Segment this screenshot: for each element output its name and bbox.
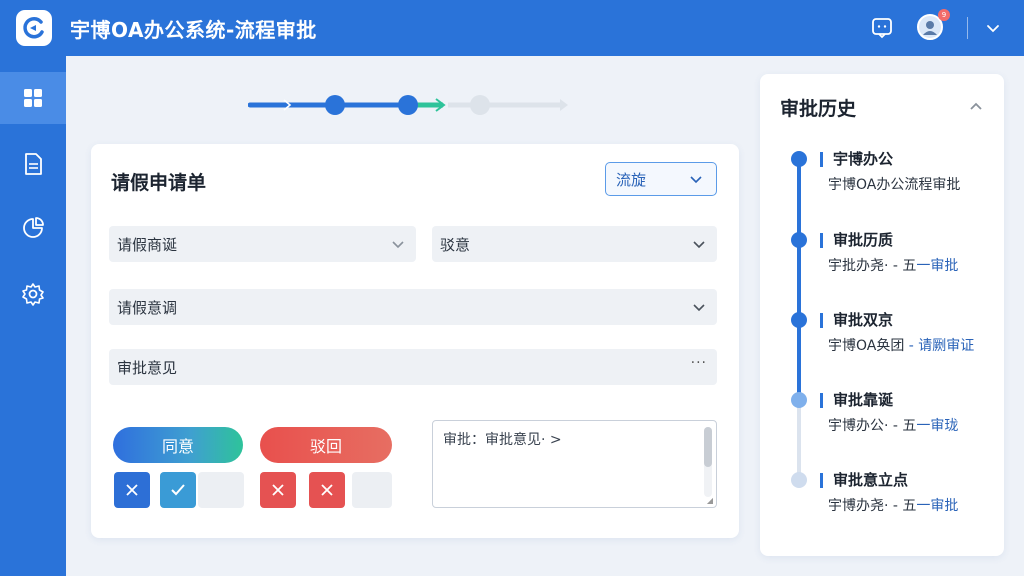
history-item-sub: 宇博OA奂团 - 请劂审证 (828, 338, 975, 354)
sidebar-item-reports[interactable] (0, 202, 66, 254)
app-header: 宇博OA办公系统-流程审批 9 (0, 0, 1024, 56)
close-icon (321, 484, 333, 496)
history-item-title: 宇博办公 (820, 152, 893, 167)
textarea-content: 审批：审批意见· > (443, 432, 562, 448)
empty-toggle-2[interactable] (352, 472, 392, 508)
notification-badge: 9 (938, 9, 950, 21)
history-item-title: 审批双京 (820, 313, 893, 328)
history-item-title: 审批靠诞 (820, 393, 893, 408)
empty-toggle[interactable] (198, 472, 244, 508)
timeline-dot (791, 232, 807, 248)
status-select-value: 流旋 (616, 170, 647, 189)
header-divider (967, 17, 968, 39)
check-icon (171, 484, 185, 496)
status-select[interactable]: 流旋 (605, 162, 717, 196)
chevron-down-icon (693, 304, 705, 312)
history-item-sub: 宇博办尧· - 五一审批 (828, 498, 959, 514)
step-1 (325, 95, 345, 115)
reason-select[interactable]: 驳意 (432, 226, 717, 262)
leave-type-value: 请假商诞 (117, 235, 178, 254)
timeline-line-pending (797, 406, 801, 480)
reject-button[interactable]: 驳回 (260, 427, 392, 463)
timeline-line-active (797, 158, 801, 406)
approval-history-panel: 审批历史 宇博办公 宇博OA办公流程审批 审批历质 宇批办尧· - 五一审批 审… (760, 74, 1004, 556)
history-item-title: 审批历质 (820, 233, 893, 248)
app-logo-icon[interactable] (16, 10, 52, 46)
dashboard-icon (24, 89, 42, 107)
step-2 (398, 95, 418, 115)
timeline-dot (791, 472, 807, 488)
sidebar (0, 56, 66, 576)
reject-close-button[interactable] (260, 472, 296, 508)
history-item-title: 审批意立点 (820, 473, 908, 488)
chevron-down-icon (693, 241, 705, 249)
chevron-down-icon (392, 241, 404, 249)
agree-button[interactable]: 同意 (113, 427, 243, 463)
approval-comment-textarea[interactable]: 审批：审批意见· > ◢ (432, 420, 717, 508)
scrollbar-thumb[interactable] (704, 427, 712, 467)
chevron-up-icon[interactable] (968, 98, 984, 114)
reason-select-value: 驳意 (440, 235, 471, 254)
app-title: 宇博OA办公系统-流程审批 (70, 17, 317, 42)
leave-request-form: 请假申请单 流旋 请假商诞 驳意 请假意调 审批意见 ··· 同意 驳回 审批：… (91, 144, 739, 538)
leave-detail-value: 请假意调 (117, 298, 178, 317)
check-button[interactable] (160, 472, 196, 508)
timeline-dot (791, 151, 807, 167)
timeline-dot (791, 312, 807, 328)
approval-opinion-field[interactable]: 审批意见 ··· (109, 349, 717, 385)
sidebar-item-settings[interactable] (0, 268, 66, 320)
chat-icon[interactable] (869, 15, 895, 41)
close-button[interactable] (114, 472, 150, 508)
chevron-down-icon (690, 176, 702, 184)
reject-close-button-2[interactable] (309, 472, 345, 508)
history-item-sub: 宇批办尧· - 五一审批 (828, 258, 959, 274)
sidebar-item-dashboard[interactable] (0, 72, 66, 124)
document-icon (25, 153, 42, 175)
process-stepper (247, 90, 578, 120)
more-icon: ··· (690, 355, 707, 371)
gear-icon (22, 283, 44, 306)
form-title: 请假申请单 (111, 172, 207, 194)
close-icon (272, 484, 284, 496)
history-item-sub: 宇博OA办公流程审批 (828, 177, 961, 193)
sidebar-item-documents[interactable] (0, 138, 66, 190)
chevron-down-icon[interactable] (980, 15, 1006, 41)
step-3 (470, 95, 490, 115)
leave-detail-select[interactable]: 请假意调 (109, 289, 717, 325)
approval-opinion-value: 审批意见 (117, 358, 178, 377)
user-avatar[interactable]: 9 (917, 9, 950, 42)
history-item-sub: 宇博办公· - 五一审珑 (828, 418, 959, 434)
history-title: 审批历史 (780, 98, 857, 120)
timeline-dot (791, 392, 807, 408)
leave-type-select[interactable]: 请假商诞 (109, 226, 416, 262)
resize-handle-icon[interactable]: ◢ (707, 496, 713, 505)
close-icon (126, 484, 138, 496)
report-icon (23, 217, 44, 238)
